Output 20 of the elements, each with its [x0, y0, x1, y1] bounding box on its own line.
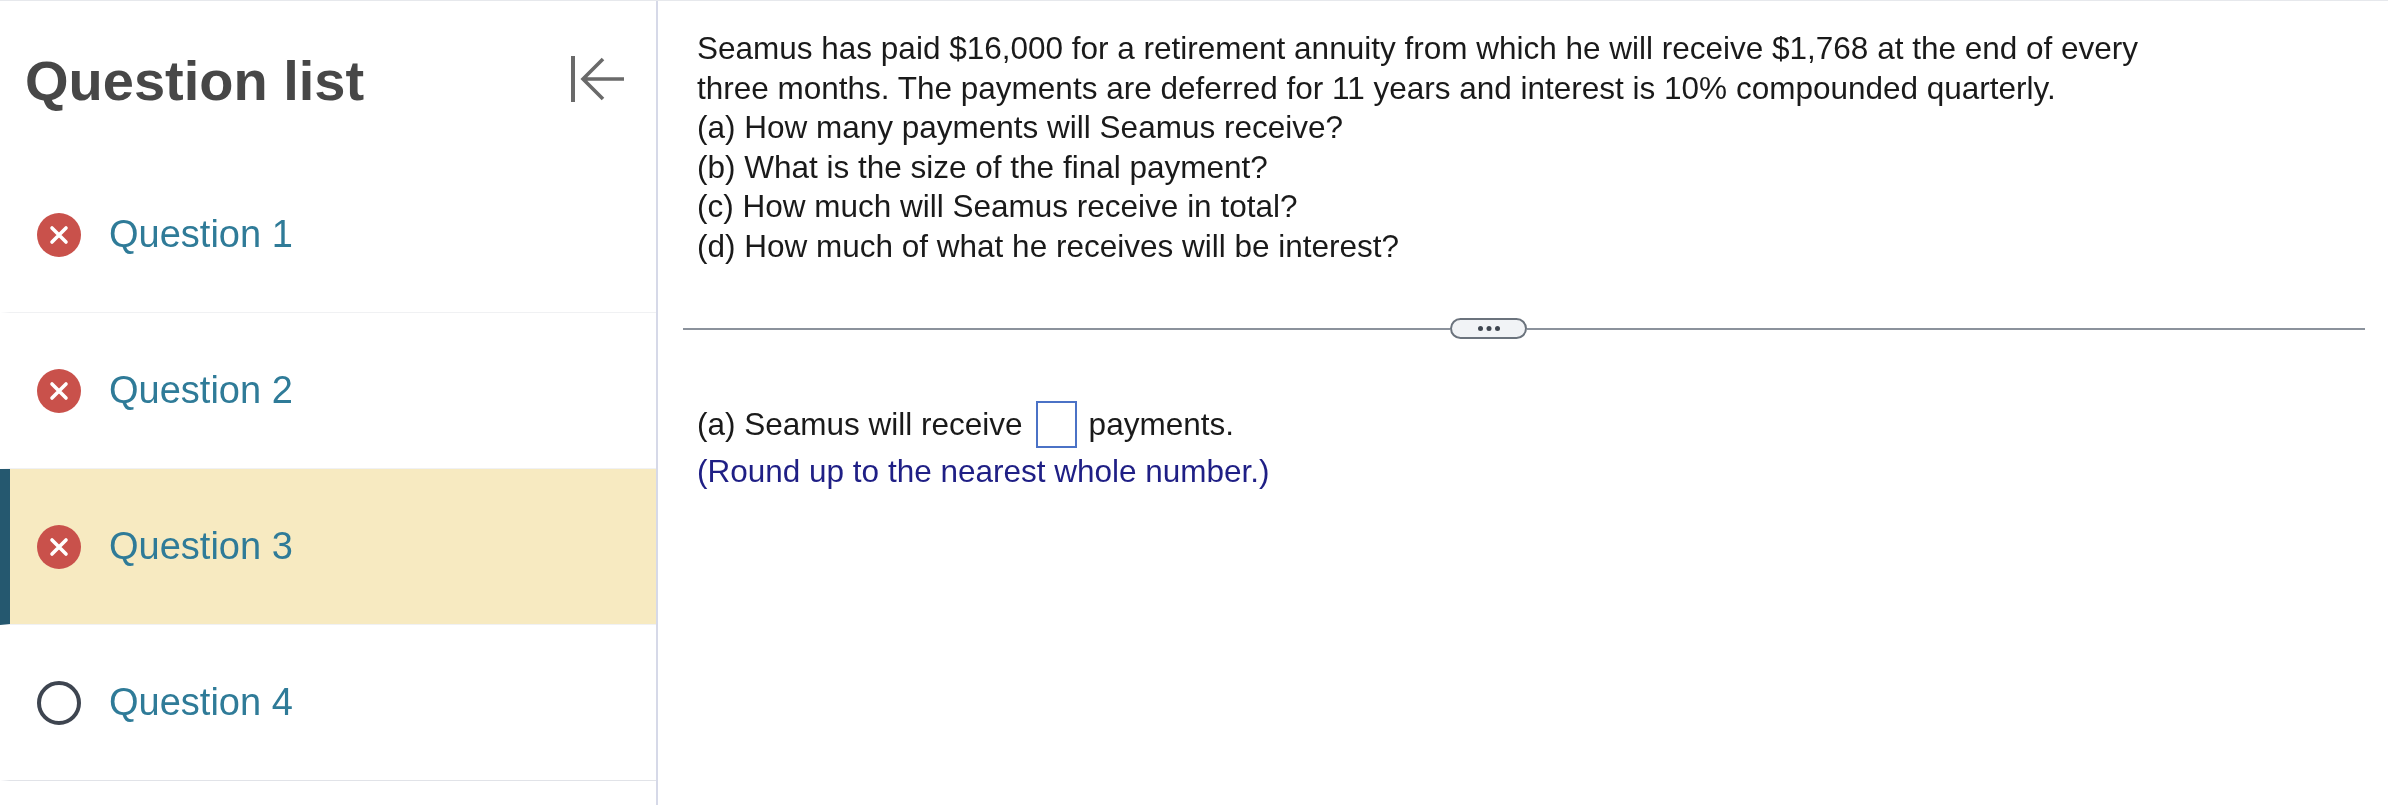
cross-circle-icon	[37, 524, 81, 569]
question-item[interactable]: Question 4	[0, 625, 656, 781]
more-button[interactable]	[1450, 318, 1527, 339]
hint-text: (Round up to the nearest whole number.)	[697, 452, 1270, 491]
question-part: (d) How much of what he receives will be interest?	[697, 226, 1400, 266]
question-item[interactable]: Question 1	[0, 157, 656, 313]
answer-unit: payments.	[1088, 404, 1234, 444]
sidebar-title: Question list	[25, 51, 365, 111]
cross-circle-icon	[37, 212, 81, 257]
question-text: Seamus has paid $16,000 for a retirement annuity from which he will receive $1,768 at the end of every three months. The payments are deferred for 11 years and interest is 10% compounded quarterly.	[697, 29, 2140, 108]
arrow-to-bar-icon[interactable]	[570, 54, 626, 104]
question-part: (a) How many payments will Seamus receive?	[697, 108, 1343, 147]
question-part: (b) What is the size of the final payment?	[697, 147, 1268, 187]
question-part: (c) How much will Seamus receive in total?	[697, 187, 1298, 226]
answer-box[interactable]	[1035, 401, 1077, 448]
circle-icon	[37, 680, 81, 725]
question-item[interactable]: Question 3	[0, 469, 656, 625]
ellipsis-icon	[1477, 326, 1500, 331]
answer-prompt: (a) Seamus will receive	[697, 404, 1023, 444]
cross-circle-icon	[37, 368, 81, 413]
